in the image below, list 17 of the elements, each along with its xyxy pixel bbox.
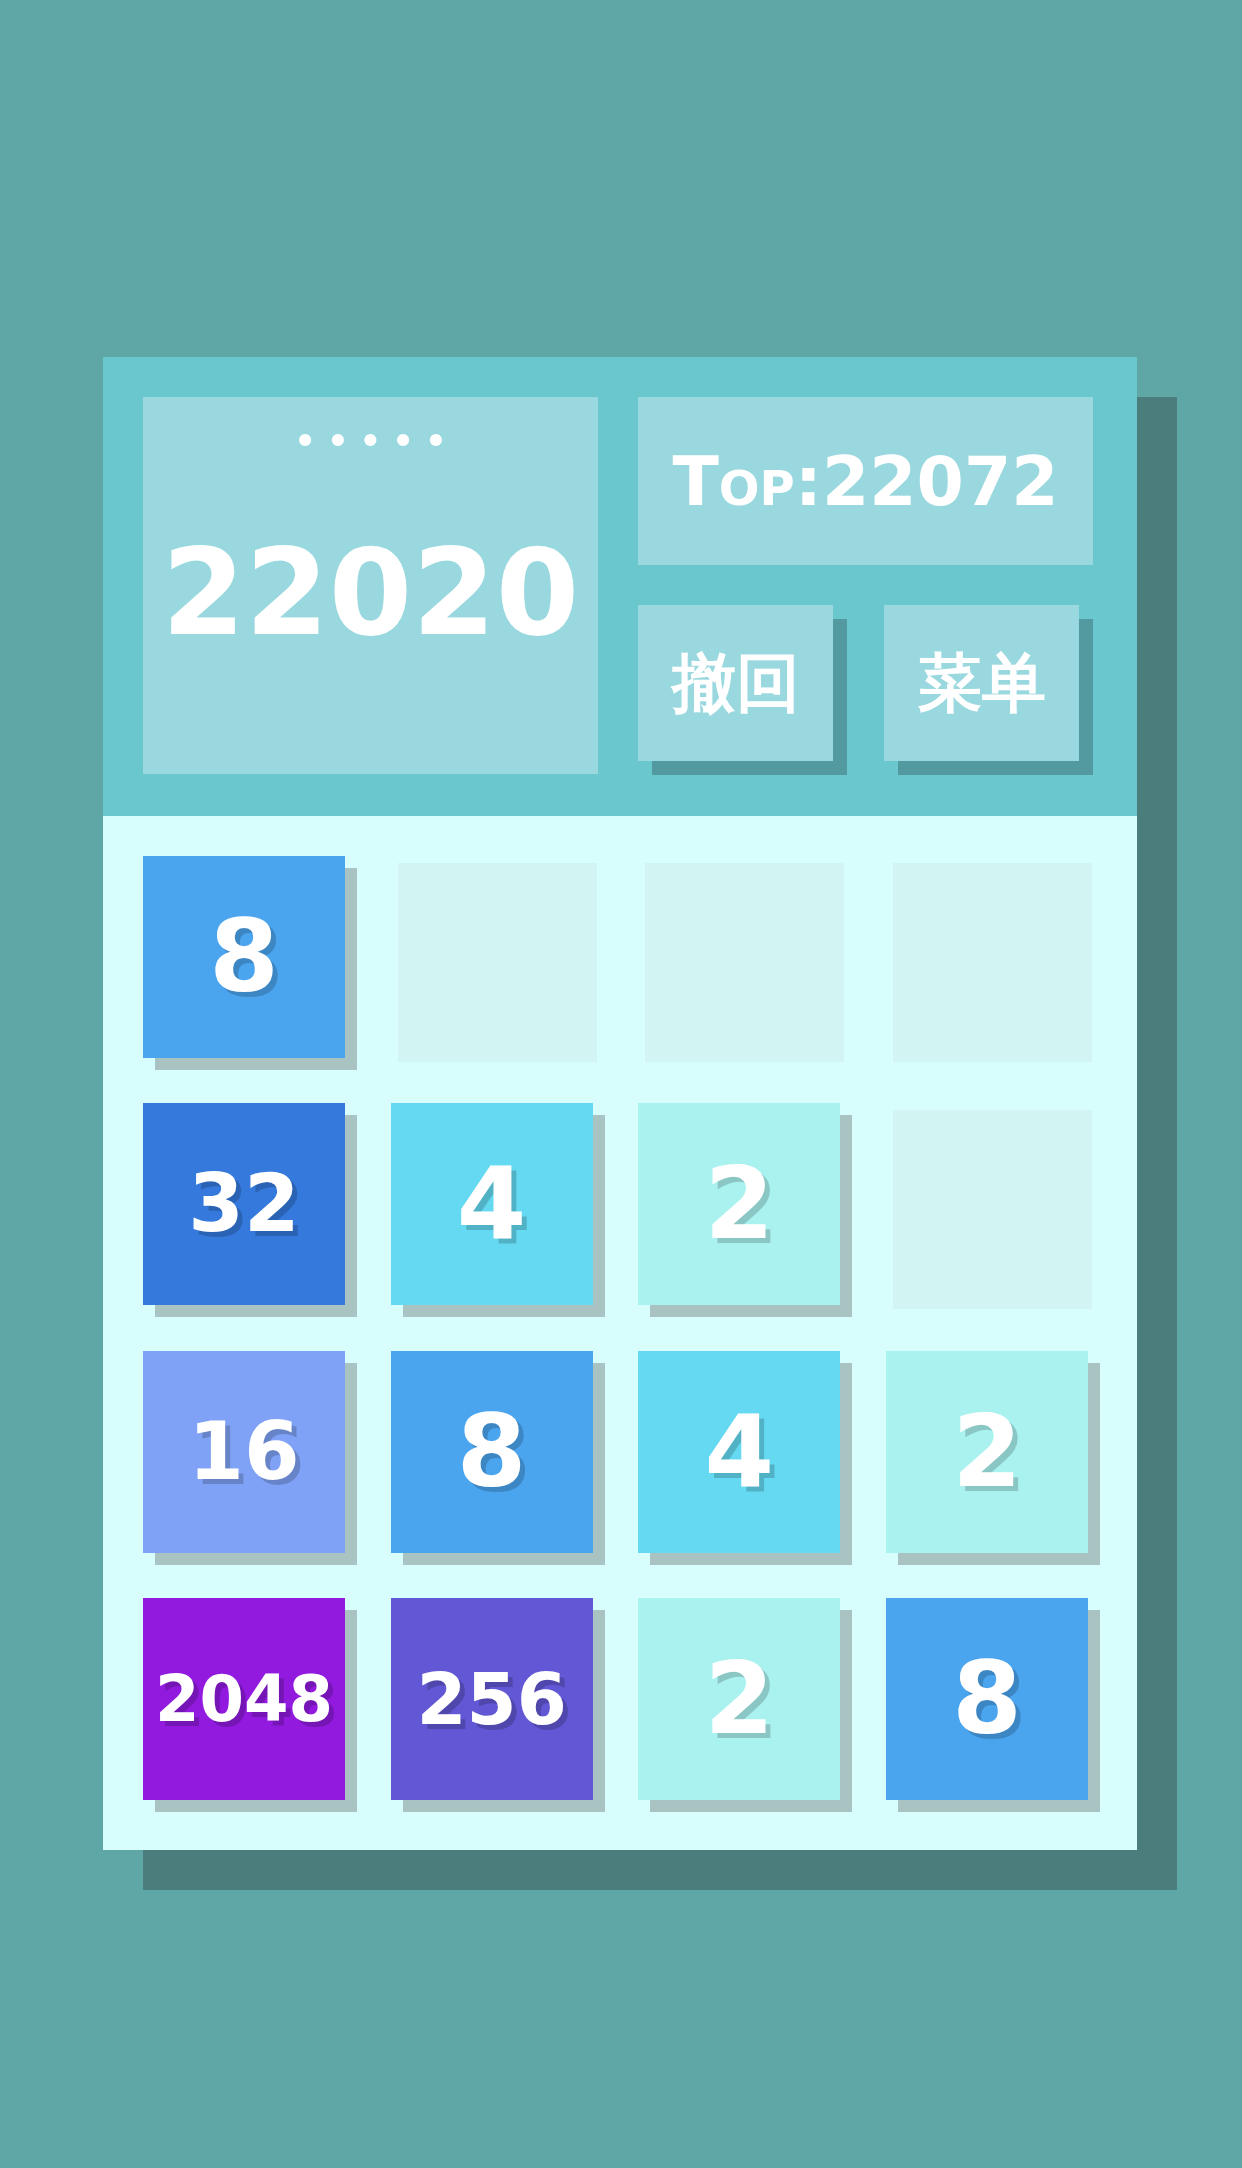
menu-button[interactable]: 菜单	[884, 605, 1093, 775]
undo-button[interactable]: 撤回	[638, 605, 847, 775]
number-tile: 8	[143, 856, 357, 1070]
number-tile: 2048	[143, 1597, 357, 1812]
number-tile: 2	[638, 1597, 853, 1812]
number-tile: 16	[143, 1350, 357, 1565]
number-tile: 256	[390, 1597, 605, 1812]
number-tile: 8	[885, 1597, 1100, 1812]
number-tile: 2	[638, 1103, 853, 1318]
score-value: 22020	[161, 533, 580, 653]
number-tile: 2	[885, 1350, 1100, 1565]
number-tile: 8	[390, 1350, 605, 1565]
dots-label: •••••	[293, 424, 458, 458]
best-score: Top:22072	[638, 397, 1093, 565]
number-tile: 4	[390, 1103, 605, 1318]
number-tile: 32	[143, 1103, 357, 1318]
number-tile: 4	[638, 1350, 853, 1565]
